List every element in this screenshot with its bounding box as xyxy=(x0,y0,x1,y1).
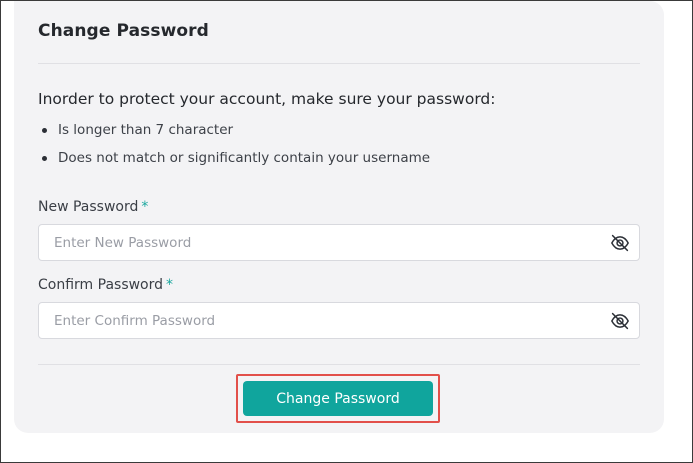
footer-divider xyxy=(38,364,640,365)
requirement-text: Is longer than 7 character xyxy=(58,122,234,138)
new-password-label-text: New Password xyxy=(38,199,139,215)
confirm-password-field xyxy=(38,302,640,339)
bullet-icon xyxy=(42,156,47,161)
eye-off-icon[interactable] xyxy=(610,312,630,330)
header-divider xyxy=(38,63,640,64)
card-title: Change Password xyxy=(38,21,209,41)
confirm-password-label-text: Confirm Password xyxy=(38,277,164,293)
confirm-password-input[interactable] xyxy=(39,303,599,338)
confirm-password-label: Confirm Password * xyxy=(38,277,173,293)
new-password-label: New Password * xyxy=(38,199,148,215)
requirement-text: Does not match or significantly contain … xyxy=(58,150,431,166)
required-marker: * xyxy=(141,199,149,215)
requirement-item: Does not match or significantly contain … xyxy=(38,148,430,176)
change-password-card: Change Password Inorder to protect your … xyxy=(14,1,664,433)
window-frame: Change Password Inorder to protect your … xyxy=(0,0,693,463)
bullet-icon xyxy=(42,128,47,133)
new-password-input[interactable] xyxy=(39,225,599,260)
password-requirements-list: Is longer than 7 character Does not matc… xyxy=(38,120,430,176)
requirement-item: Is longer than 7 character xyxy=(38,120,430,148)
password-requirements-intro: Inorder to protect your account, make su… xyxy=(38,90,496,108)
new-password-field xyxy=(38,224,640,261)
highlighted-button-frame: Change Password xyxy=(236,374,440,423)
eye-off-icon[interactable] xyxy=(610,234,630,252)
change-password-button[interactable]: Change Password xyxy=(243,381,433,416)
required-marker: * xyxy=(166,277,174,293)
